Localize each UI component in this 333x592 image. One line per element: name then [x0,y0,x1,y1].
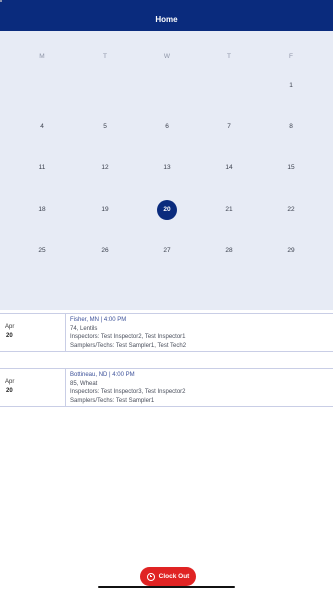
home-indicator [98,586,235,588]
calendar-week: 1 [0,76,333,96]
calendar-day[interactable]: 5 [95,117,115,137]
calendar-day[interactable]: 4 [32,117,52,137]
calendar-day[interactable]: 27 [157,241,177,261]
calendar-week: 25 26 27 28 29 [0,241,333,261]
event-card[interactable]: Apr 20 Bottineau, ND | 4:00 PM 85, Wheat… [0,368,333,407]
weekday-label: W [163,53,171,60]
event-title: 85, Wheat [70,380,98,387]
calendar-day[interactable]: 22 [281,200,301,220]
clock-out-label: Clock Out [158,573,190,580]
app-header: Home [0,0,333,31]
calendar-day[interactable]: 18 [32,200,52,220]
event-month: Apr [5,379,15,385]
event-details: Fisher, MN | 4:00 PM 74, Lentils Inspect… [70,316,186,350]
event-details: Bottineau, ND | 4:00 PM 85, Wheat Inspec… [70,371,186,405]
calendar-day[interactable]: 26 [95,241,115,261]
event-month: Apr [5,324,15,330]
calendar-day[interactable]: 1 [281,76,301,96]
calendar-day[interactable] [219,76,239,96]
calendar-day[interactable]: 6 [157,117,177,137]
calendar-day[interactable] [32,76,52,96]
calendar-day[interactable]: 12 [95,158,115,178]
calendar-day[interactable]: 29 [281,241,301,261]
calendar-day[interactable]: 21 [219,200,239,220]
calendar-day[interactable]: 11 [32,158,52,178]
event-inspectors: Inspectors: Test Inspector2, Test Inspec… [70,334,186,341]
event-samplers: Samplers/Techs: Test Sampler1, Test Tech… [70,342,187,349]
calendar-day[interactable]: 14 [219,158,239,178]
clock-icon [146,572,155,581]
calendar-day[interactable]: 28 [219,241,239,261]
calendar: M T W T F 1 4 5 6 7 8 11 12 13 14 15 18 … [0,31,333,310]
calendar-week: 11 12 13 14 15 [0,158,333,178]
status-corner [0,0,2,2]
calendar-day[interactable]: 25 [32,241,52,261]
calendar-day[interactable]: 8 [281,117,301,137]
event-card[interactable]: Apr 20 Fisher, MN | 4:00 PM 74, Lentils … [0,313,333,352]
calendar-day[interactable] [157,76,177,96]
calendar-day[interactable]: 7 [219,117,239,137]
calendar-day[interactable]: 15 [281,158,301,178]
event-location-time: Fisher, MN | 4:00 PM [70,317,127,323]
calendar-day[interactable]: 19 [95,200,115,220]
event-title: 74, Lentils [70,325,98,332]
event-location-time: Bottineau, ND | 4:00 PM [70,372,135,378]
calendar-week: 18 19 20 21 22 [0,200,333,220]
clock-out-button[interactable]: Clock Out [140,567,196,586]
weekday-label: T [227,53,231,60]
weekday-label: T [103,53,107,60]
weekday-label: M [39,53,45,60]
calendar-day[interactable]: 13 [157,158,177,178]
weekday-label: F [289,53,293,60]
calendar-week: 4 5 6 7 8 [0,117,333,137]
event-date: Apr 20 [0,314,66,351]
calendar-day[interactable] [95,76,115,96]
event-day: 20 [6,333,13,339]
calendar-day-selected[interactable]: 20 [157,200,177,220]
event-samplers: Samplers/Techs: Test Sampler1 [70,397,155,404]
event-inspectors: Inspectors: Test Inspector3, Test Inspec… [70,389,186,396]
weekday-header: M T W T F [0,53,333,63]
event-day: 20 [6,388,13,394]
event-date: Apr 20 [0,369,66,406]
